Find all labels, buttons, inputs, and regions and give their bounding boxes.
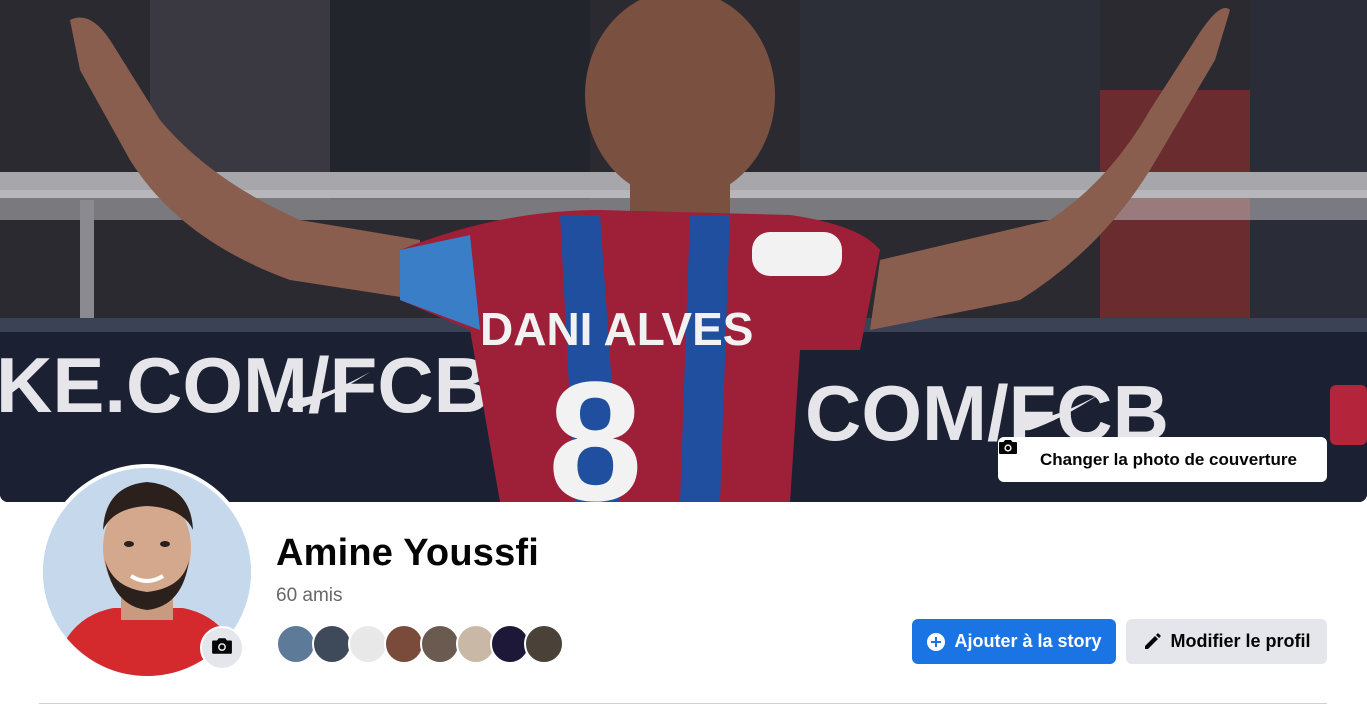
jersey-number: 8 [548, 347, 643, 502]
friend-avatar[interactable] [348, 624, 388, 664]
friend-avatar[interactable] [420, 624, 460, 664]
section-divider [39, 703, 1327, 704]
friend-avatar[interactable] [312, 624, 352, 664]
change-cover-photo-button[interactable]: Changer la photo de couverture [998, 437, 1327, 482]
banner-text-left: KE.COM/FCB [0, 341, 490, 429]
edit-profile-label: Modifier le profil [1170, 631, 1311, 651]
club-crest-icon [1330, 385, 1367, 445]
camera-icon [999, 440, 1032, 470]
friends-count-link[interactable]: 60 amis [276, 585, 343, 607]
update-profile-picture-button[interactable] [200, 626, 244, 670]
profile-name: Amine Youssfi [276, 532, 540, 574]
cover-image: KE.COM/FCB COM/FCB DANI ALVES 8 [0, 0, 1367, 502]
camera-icon [211, 635, 233, 662]
pencil-icon [1142, 632, 1162, 652]
friend-avatar[interactable] [524, 624, 564, 664]
add-to-story-label: Ajouter à la story [954, 631, 1102, 651]
plus-circle-icon [926, 632, 946, 652]
cover-photo[interactable]: KE.COM/FCB COM/FCB DANI ALVES 8 Changer … [0, 0, 1367, 502]
league-patch-icon [752, 232, 842, 276]
change-cover-photo-label: Changer la photo de couverture [1040, 449, 1297, 469]
edit-profile-button[interactable]: Modifier le profil [1126, 619, 1327, 664]
friend-avatar[interactable] [276, 624, 316, 664]
friend-avatar[interactable] [384, 624, 424, 664]
add-to-story-button[interactable]: Ajouter à la story [912, 619, 1116, 664]
